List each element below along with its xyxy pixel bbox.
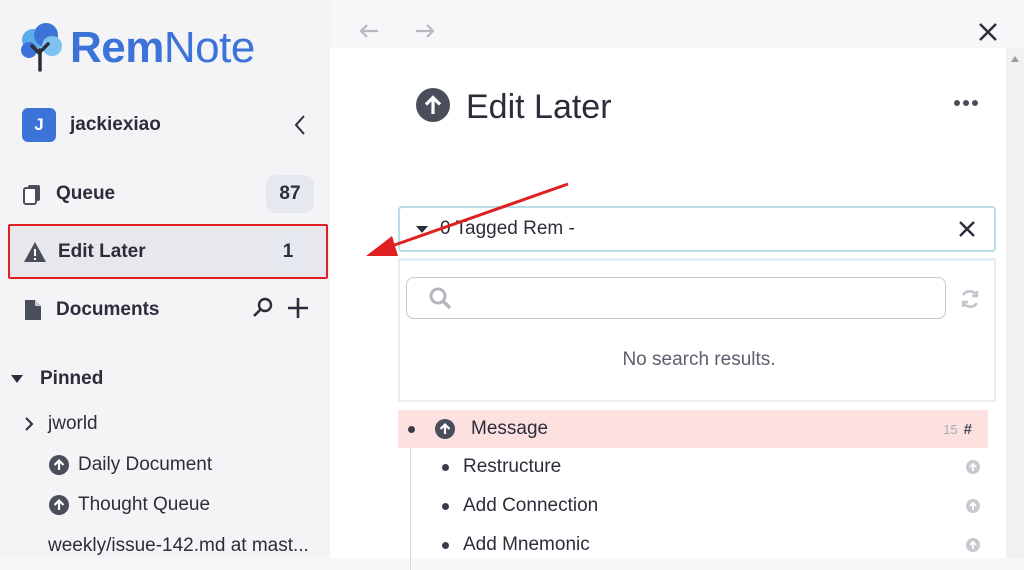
annotation-arrow xyxy=(366,182,569,256)
